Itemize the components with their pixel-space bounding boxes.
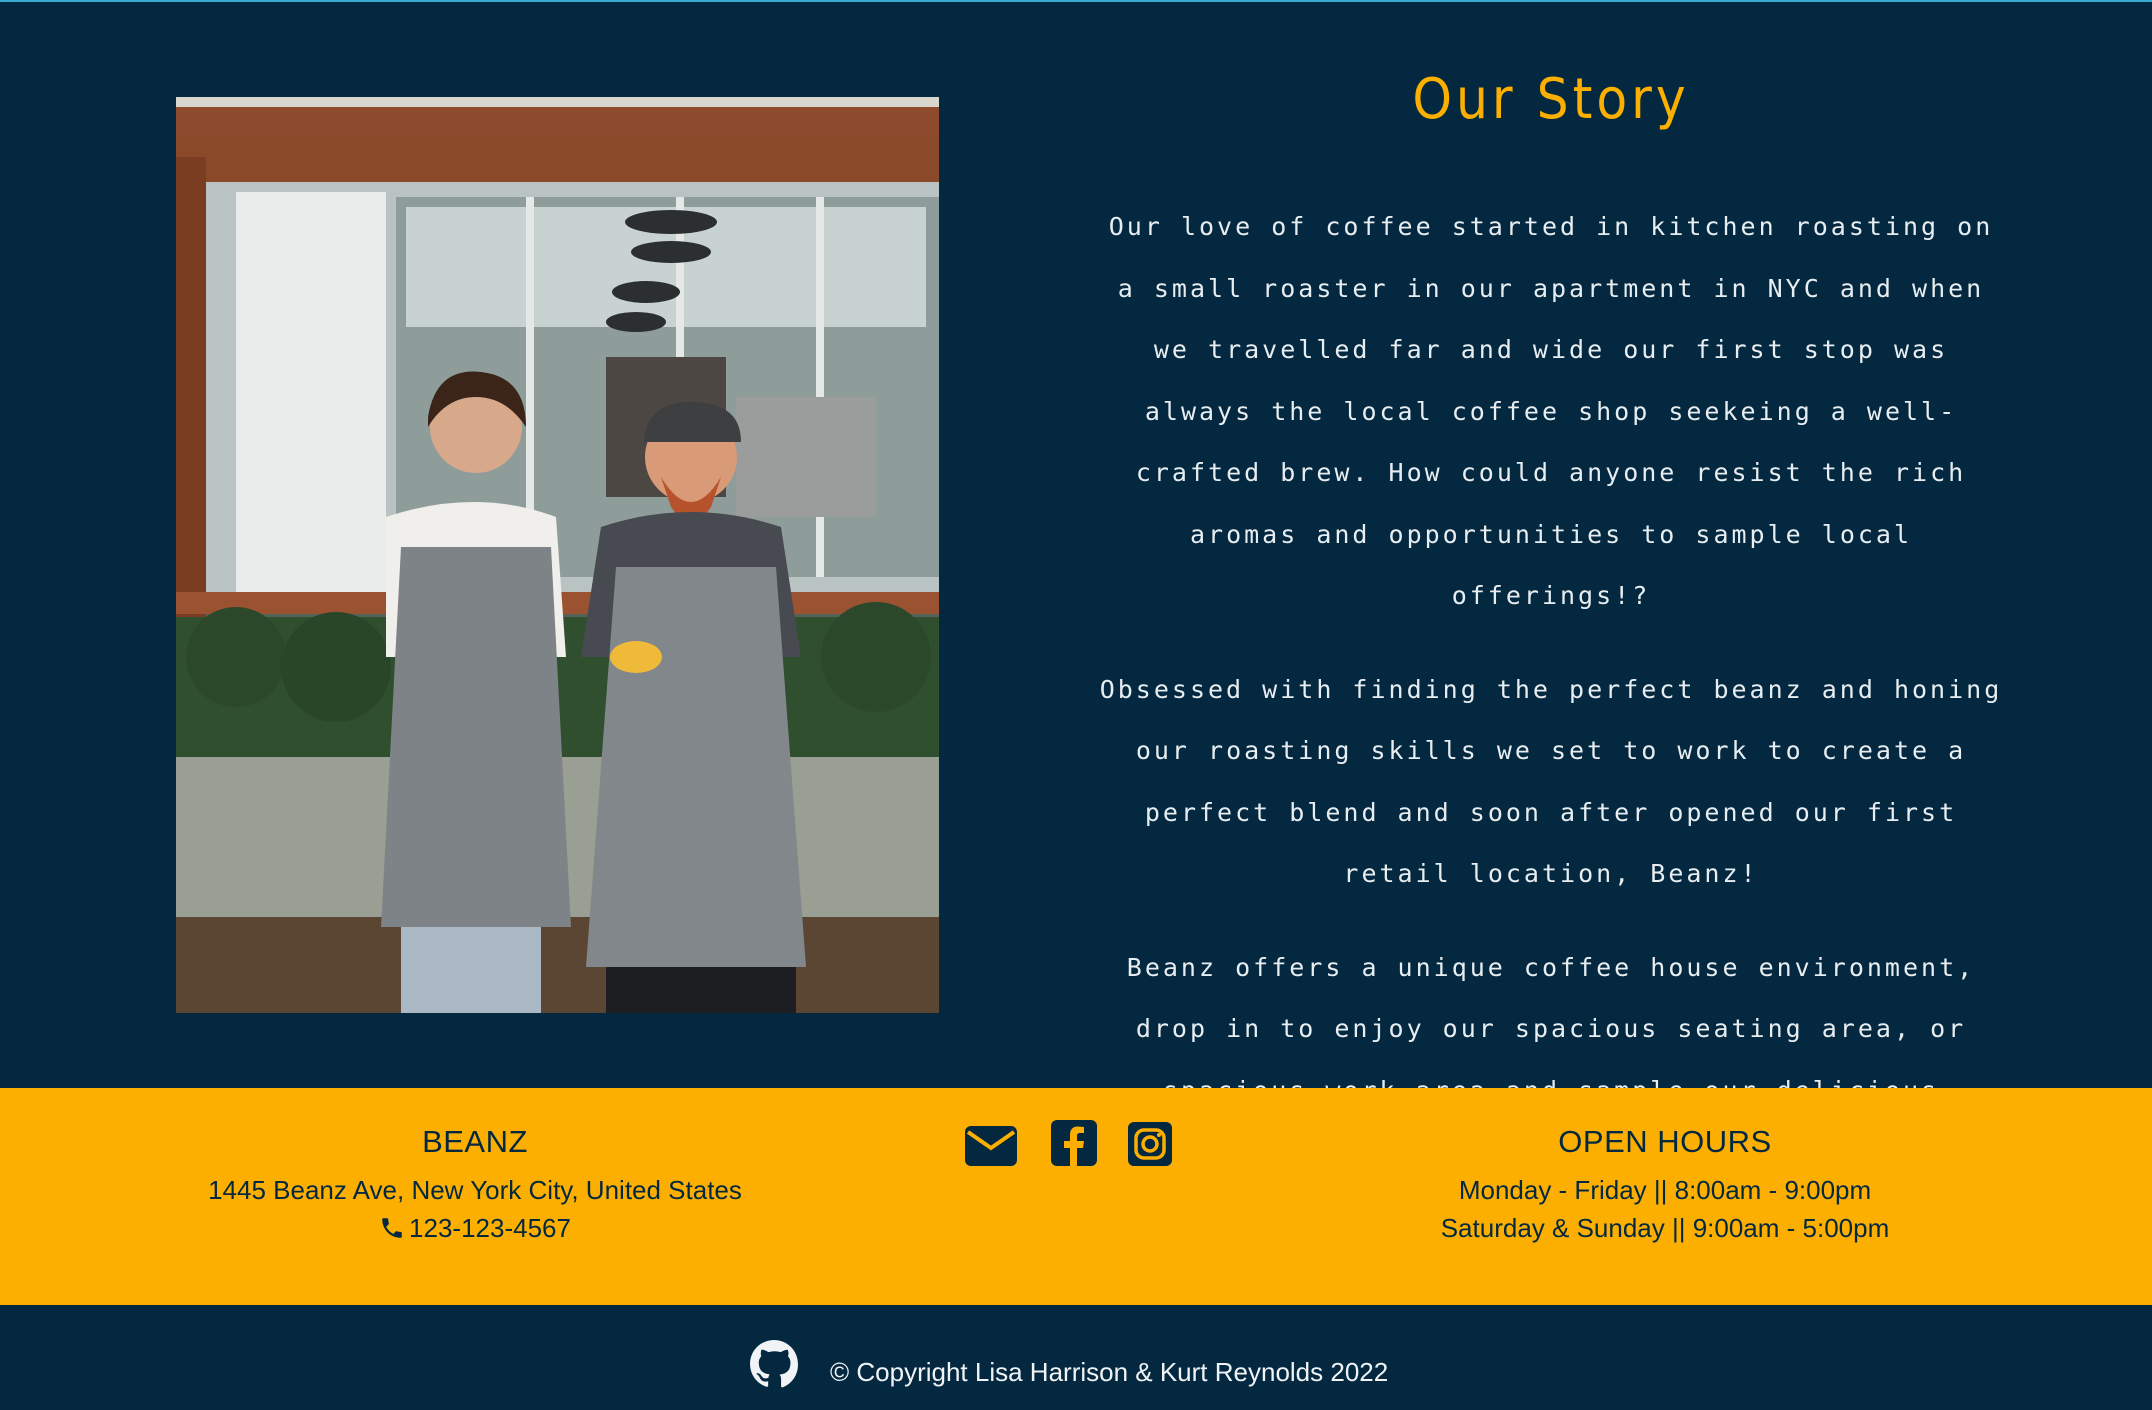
brand-phone[interactable]: 123-123-4567 <box>409 1213 571 1243</box>
envelope-icon[interactable] <box>965 1126 1017 1171</box>
brand-phone-line: 123-123-4567 <box>170 1209 780 1251</box>
story-paragraph-2: Obsessed with finding the perfect beanz … <box>1099 674 2003 889</box>
phone-icon <box>379 1213 405 1251</box>
baristas-photo <box>176 97 939 1013</box>
brand-address: 1445 Beanz Ave, New York City, United St… <box>208 1175 742 1205</box>
brand-name: BEANZ <box>422 1124 528 1159</box>
facebook-icon[interactable] <box>1051 1120 1097 1171</box>
github-icon[interactable] <box>749 1339 799 1394</box>
story-paragraph-1: Our love of coffee started in kitchen ro… <box>1108 212 1994 610</box>
info-footer: BEANZ 1445 Beanz Ave, New York City, Uni… <box>0 1088 2152 1305</box>
our-story-section: Our Story Our love of coffee started in … <box>0 2 2152 1228</box>
hours-weekend: Saturday & Sunday || 9:00am - 5:00pm <box>1440 1213 1890 1243</box>
open-hours: OPEN HOURS Monday - Friday || 8:00am - 9… <box>1380 1121 1950 1247</box>
hours-title: OPEN HOURS <box>1558 1124 1772 1159</box>
copyright-bar: © Copyright Lisa Harrison & Kurt Reynold… <box>0 1305 2152 1410</box>
story-title: Our Story <box>1412 67 1690 132</box>
instagram-icon[interactable] <box>1128 1122 1172 1171</box>
copyright-text: © Copyright Lisa Harrison & Kurt Reynold… <box>830 1357 1389 1387</box>
hours-weekday: Monday - Friday || 8:00am - 9:00pm <box>1458 1175 1872 1205</box>
brand-contact: BEANZ 1445 Beanz Ave, New York City, Uni… <box>170 1121 780 1251</box>
